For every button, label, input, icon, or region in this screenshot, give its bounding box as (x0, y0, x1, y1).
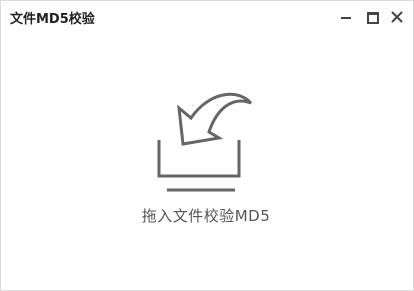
close-button[interactable] (387, 7, 407, 27)
drop-into-tray-arrow-icon (157, 92, 253, 192)
close-icon (391, 11, 403, 23)
maximize-button[interactable] (362, 7, 382, 27)
minimize-button[interactable] (335, 7, 355, 27)
minimize-icon (341, 17, 351, 19)
maximize-icon (367, 12, 379, 24)
title-bar[interactable]: 文件MD5校验 (1, 1, 413, 33)
window-title: 文件MD5校验 (10, 12, 95, 27)
md5-check-window: 文件MD5校验 拖入文件校验MD5 (0, 0, 414, 291)
file-drop-zone[interactable]: 拖入文件校验MD5 (101, 81, 311, 241)
drop-zone-label: 拖入文件校验MD5 (141, 207, 271, 225)
